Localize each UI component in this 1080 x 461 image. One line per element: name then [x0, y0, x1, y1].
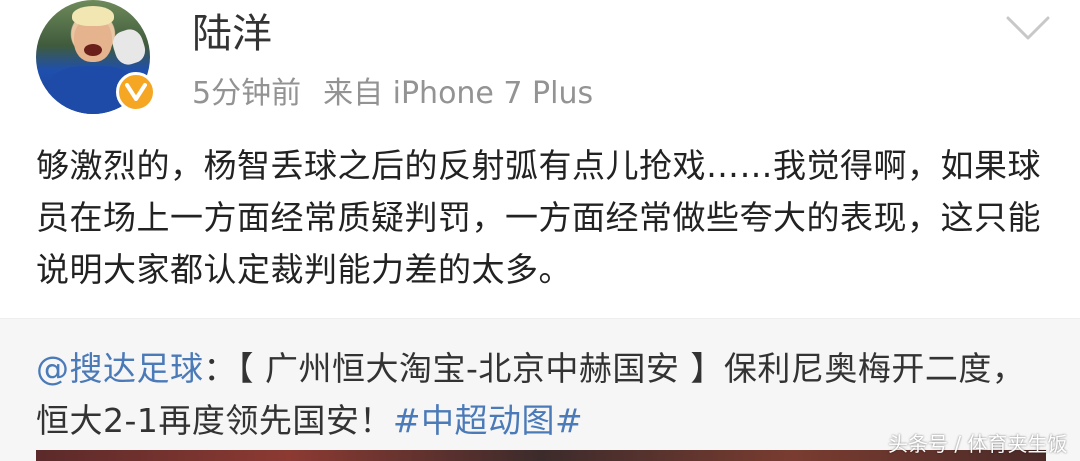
post-meta: 5分钟前 来自 iPhone 7 Plus [192, 74, 593, 114]
watermark: 头条号 / 体育夹生饭 [888, 432, 1068, 456]
avatar-hair [72, 6, 114, 26]
avatar-glove [109, 26, 149, 68]
username[interactable]: 陆洋 [192, 8, 272, 60]
retweet-card[interactable]: @搜达足球：【 广州恒大淘宝-北京中赫国安 】保利尼奥梅开二度，恒大2-1再度领… [0, 318, 1080, 461]
verified-v-icon [125, 83, 147, 101]
post-content: 够激烈的，杨智丢球之后的反射弧有点儿抢戏……我觉得啊，如果球员在场上一方面经常质… [36, 146, 1041, 289]
retweet-separator: ： [203, 349, 237, 388]
post-time: 5分钟前 [192, 76, 302, 111]
retweet-mention[interactable]: @搜达足球 [36, 349, 204, 388]
post-source[interactable]: 来自 iPhone 7 Plus [323, 76, 593, 111]
weibo-post: 陆洋 5分钟前 来自 iPhone 7 Plus 够激烈的，杨智丢球之后的反射弧有… [0, 0, 1080, 461]
verified-badge-icon [116, 72, 156, 112]
chevron-down-icon[interactable] [1004, 14, 1052, 44]
retweet-hashtag[interactable]: #中超动图# [393, 401, 583, 440]
avatar-mouth [84, 44, 102, 56]
